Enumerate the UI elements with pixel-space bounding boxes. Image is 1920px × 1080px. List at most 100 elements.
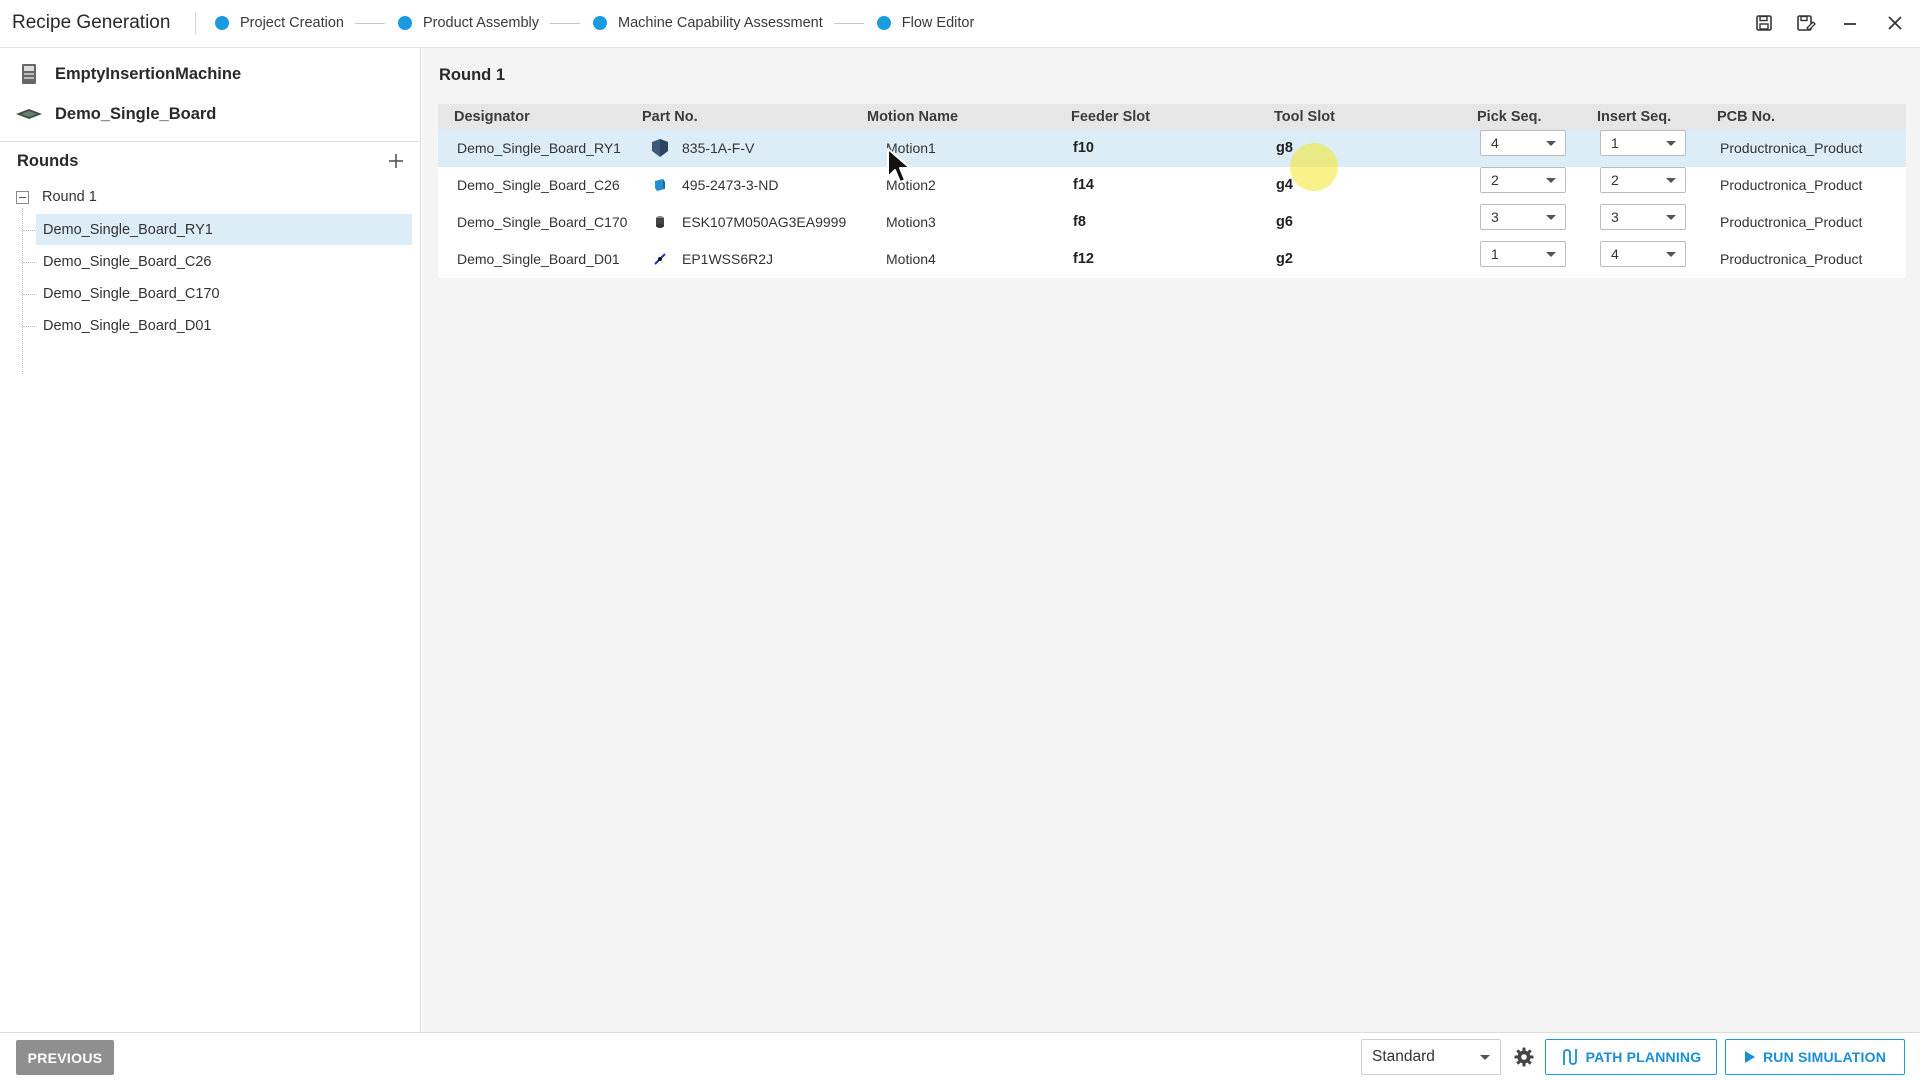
workflow-stepper: Project Creation Product Assembly Machin…: [215, 0, 974, 46]
chevron-down-icon: [1666, 141, 1676, 146]
machine-item[interactable]: EmptyInsertionMachine: [0, 56, 420, 92]
cell-part-no: EP1WSS6R2J: [682, 251, 774, 267]
step-machine-capability-assessment[interactable]: Machine Capability Assessment: [593, 15, 823, 31]
column-header-designator[interactable]: Designator: [454, 104, 530, 130]
diode-part-icon: [648, 247, 672, 271]
step-project-creation[interactable]: Project Creation: [215, 15, 344, 31]
insert-seq-value: 1: [1611, 135, 1619, 151]
pick-seq-value: 1: [1491, 246, 1499, 262]
pick-seq-select[interactable]: 1: [1480, 241, 1566, 267]
title-bar: Recipe Generation Project Creation Produ…: [0, 0, 1920, 48]
step-dot-icon: [397, 16, 412, 30]
cell-feeder-slot: f10: [1073, 140, 1094, 156]
chevron-down-icon: [1546, 215, 1556, 220]
tree-guide-line: [22, 208, 23, 374]
step-connector: [354, 22, 385, 24]
table-row[interactable]: Demo_Single_Board_C26 495-2473-3-ND Moti…: [438, 167, 1906, 204]
table-header: Designator Part No. Motion Name Feeder S…: [438, 104, 1906, 130]
cell-motion-name[interactable]: Motion4: [886, 241, 936, 278]
cell-part-no: ESK107M050AG3EA9999: [682, 214, 847, 230]
cell-pcb-no: Productronica_Product: [1720, 214, 1863, 230]
board-icon: [14, 107, 44, 121]
table-row[interactable]: Demo_Single_Board_D01 EP1WSS6R2J Motion4…: [438, 241, 1906, 278]
chevron-down-icon: [1666, 215, 1676, 220]
cell-designator: Demo_Single_Board_C26: [457, 177, 620, 193]
insert-seq-select[interactable]: 1: [1600, 130, 1686, 156]
tree-guide-line: [23, 230, 35, 231]
pick-seq-select[interactable]: 2: [1480, 167, 1566, 193]
cell-pcb-no: Productronica_Product: [1720, 140, 1863, 156]
cell-designator: Demo_Single_Board_RY1: [457, 140, 621, 156]
tree-item-ry1[interactable]: Demo_Single_Board_RY1: [36, 214, 412, 245]
save-as-icon[interactable]: [1794, 11, 1818, 35]
column-header-pick-seq[interactable]: Pick Seq.: [1477, 104, 1541, 130]
run-simulation-button[interactable]: RUN SIMULATION: [1725, 1039, 1905, 1075]
insert-seq-select[interactable]: 3: [1600, 204, 1686, 230]
step-label: Product Assembly: [422, 15, 540, 31]
step-dot-icon: [876, 16, 891, 30]
pick-seq-select[interactable]: 4: [1480, 130, 1566, 156]
cell-tool-slot: g2: [1276, 251, 1293, 267]
gear-icon[interactable]: [1512, 1045, 1536, 1069]
cell-feeder-slot: f8: [1073, 214, 1086, 230]
cell-motion-name[interactable]: Motion3: [886, 204, 936, 241]
cell-part-no: 495-2473-3-ND: [682, 177, 779, 193]
app-title: Recipe Generation: [12, 12, 171, 33]
chevron-down-icon: [1546, 141, 1556, 146]
cell-feeder-slot: f12: [1073, 251, 1094, 267]
mode-select[interactable]: Standard: [1361, 1039, 1501, 1075]
step-label: Project Creation: [240, 15, 344, 31]
motion-table: Designator Part No. Motion Name Feeder S…: [438, 104, 1906, 278]
minimize-icon[interactable]: [1838, 11, 1862, 35]
pick-seq-value: 2: [1491, 172, 1499, 188]
capacitor-part-icon: [648, 173, 672, 197]
mouse-cursor-icon: [887, 148, 911, 183]
bottom-bar: PREVIOUS Standard PATH PLANNING RUN SIMU…: [0, 1032, 1920, 1080]
save-icon[interactable]: [1752, 11, 1776, 35]
chevron-down-icon: [1546, 252, 1556, 257]
insert-seq-value: 4: [1611, 246, 1619, 262]
tree-guide-line: [23, 326, 35, 327]
step-flow-editor[interactable]: Flow Editor: [876, 15, 974, 31]
tree-guide-line: [23, 262, 35, 263]
collapse-icon[interactable]: [16, 190, 29, 204]
step-dot-icon: [593, 16, 608, 30]
chevron-down-icon: [1666, 252, 1676, 257]
table-row[interactable]: Demo_Single_Board_C170 ESK107M050AG3EA99…: [438, 204, 1906, 241]
cell-designator: Demo_Single_Board_C170: [457, 214, 628, 230]
play-icon: [1744, 1050, 1756, 1064]
main-area: Round 1 Designator Part No. Motion Name …: [422, 48, 1920, 1032]
electrolytic-part-icon: [648, 210, 672, 234]
pick-seq-select[interactable]: 3: [1480, 204, 1566, 230]
step-product-assembly[interactable]: Product Assembly: [397, 15, 540, 31]
board-item[interactable]: Demo_Single_Board: [0, 96, 420, 132]
board-label: Demo_Single_Board: [55, 104, 217, 123]
close-icon[interactable]: [1883, 11, 1907, 35]
tree-item-c170[interactable]: Demo_Single_Board_C170: [36, 278, 412, 309]
title-separator: [195, 12, 196, 34]
tree-item-d01[interactable]: Demo_Single_Board_D01: [36, 310, 412, 341]
column-header-tool-slot[interactable]: Tool Slot: [1274, 104, 1335, 130]
column-header-feeder-slot[interactable]: Feeder Slot: [1071, 104, 1150, 130]
cursor-highlight: [1290, 143, 1338, 191]
step-label: Machine Capability Assessment: [618, 15, 823, 31]
cell-designator: Demo_Single_Board_D01: [457, 251, 620, 267]
tree-item-c26[interactable]: Demo_Single_Board_C26: [36, 246, 412, 277]
pick-seq-value: 4: [1491, 135, 1499, 151]
cell-pcb-no: Productronica_Product: [1720, 177, 1863, 193]
add-round-icon[interactable]: [385, 150, 407, 172]
path-planning-button[interactable]: PATH PLANNING: [1545, 1039, 1717, 1075]
chevron-down-icon: [1666, 178, 1676, 183]
column-header-pcb-no[interactable]: PCB No.: [1717, 104, 1775, 130]
column-header-part-no[interactable]: Part No.: [642, 104, 698, 130]
column-header-insert-seq[interactable]: Insert Seq.: [1597, 104, 1671, 130]
insert-seq-value: 3: [1611, 209, 1619, 225]
insert-seq-select[interactable]: 2: [1600, 167, 1686, 193]
table-row[interactable]: Demo_Single_Board_RY1 835-1A-F-V Motion1…: [438, 130, 1906, 167]
tree-round-1[interactable]: Round 1: [16, 187, 97, 207]
column-header-motion-name[interactable]: Motion Name: [867, 104, 958, 130]
step-connector: [833, 22, 864, 24]
insert-seq-select[interactable]: 4: [1600, 241, 1686, 267]
cell-pcb-no: Productronica_Product: [1720, 251, 1863, 267]
previous-button[interactable]: PREVIOUS: [16, 1040, 114, 1075]
